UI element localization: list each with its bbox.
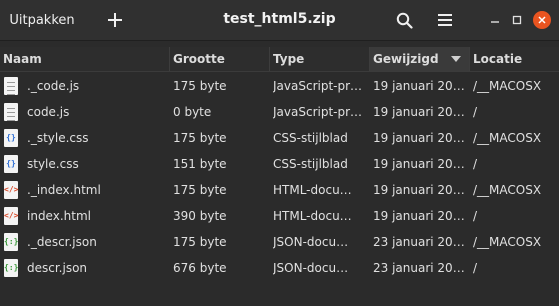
file-type: HTML-docu…: [273, 209, 352, 223]
file-location: /: [473, 157, 478, 171]
file-name: code.js: [27, 105, 70, 119]
json-file-icon: {:}: [4, 233, 18, 251]
file-row[interactable]: </> ._index.html 175 byte HTML-docu… 19 …: [0, 177, 559, 203]
file-type: CSS-stijlblad: [273, 131, 348, 145]
column-header-name[interactable]: Naam: [0, 47, 169, 71]
file-type: JavaScript-pr…: [273, 105, 363, 119]
css-file-icon: {}: [4, 155, 18, 173]
column-header-type-label: Type: [273, 52, 305, 66]
search-button[interactable]: [389, 6, 419, 34]
close-button[interactable]: [533, 11, 551, 29]
file-modified: 19 januari 20…: [373, 79, 465, 93]
file-modified: 19 januari 20…: [373, 157, 465, 171]
column-header-modified-label: Gewijzigd: [373, 52, 439, 66]
text-file-icon: [4, 77, 18, 95]
file-type: CSS-stijlblad: [273, 157, 348, 171]
column-header-location-label: Locatie: [473, 52, 523, 66]
maximize-icon: [512, 15, 522, 25]
maximize-button[interactable]: [508, 11, 526, 29]
hamburger-menu-icon: [438, 14, 452, 26]
file-row[interactable]: {} ._style.css 175 byte CSS-stijlblad 19…: [0, 125, 559, 151]
file-name: ._style.css: [27, 131, 89, 145]
file-name: index.html: [27, 209, 91, 223]
extract-button[interactable]: Uitpakken: [8, 6, 76, 34]
file-location: /: [473, 105, 478, 119]
close-icon: [538, 16, 546, 24]
file-size: 175 byte: [173, 131, 227, 145]
file-modified: 23 januari 20…: [373, 235, 465, 249]
column-header-modified[interactable]: Gewijzigd: [369, 47, 469, 71]
column-header-size-label: Grootte: [173, 52, 225, 66]
column-header-size[interactable]: Grootte: [169, 47, 269, 71]
file-row[interactable]: {:} descr.json 676 byte JSON-docu… 23 ja…: [0, 255, 559, 281]
file-type: JSON-docu…: [273, 261, 349, 275]
file-row[interactable]: {:} ._descr.json 175 byte JSON-docu… 23 …: [0, 229, 559, 255]
file-name: ._descr.json: [27, 235, 97, 249]
file-size: 175 byte: [173, 235, 227, 249]
file-location: /__MACOSX: [473, 131, 542, 145]
file-modified: 19 januari 20…: [373, 209, 465, 223]
file-row[interactable]: ._code.js 175 byte JavaScript-pr… 19 jan…: [0, 73, 559, 99]
file-row[interactable]: </> index.html 390 byte HTML-docu… 19 ja…: [0, 203, 559, 229]
sort-descending-icon: [450, 56, 461, 62]
file-row[interactable]: code.js 0 byte JavaScript-pr… 19 januari…: [0, 99, 559, 125]
file-name: ._code.js: [27, 79, 80, 93]
header-bar: Uitpakken test_html5.zip: [0, 0, 559, 41]
json-file-icon: {:}: [4, 259, 18, 277]
extract-button-label: Uitpakken: [9, 12, 75, 28]
file-size: 175 byte: [173, 183, 227, 197]
column-header-name-label: Naam: [3, 52, 42, 66]
file-location: /: [473, 261, 478, 275]
file-name: ._index.html: [27, 183, 101, 197]
file-type: JavaScript-pr…: [273, 79, 363, 93]
minimize-button[interactable]: [486, 11, 504, 29]
minimize-icon: [491, 21, 499, 23]
file-modified: 19 januari 20…: [373, 183, 465, 197]
column-header-location[interactable]: Locatie: [469, 47, 559, 71]
html-file-icon: </>: [4, 181, 18, 199]
column-header-type[interactable]: Type: [269, 47, 369, 71]
file-location: /: [473, 209, 478, 223]
menu-button[interactable]: [430, 6, 460, 34]
html-file-icon: </>: [4, 207, 18, 225]
file-type: HTML-docu…: [273, 183, 352, 197]
file-size: 0 byte: [173, 105, 212, 119]
file-modified: 19 januari 20…: [373, 131, 465, 145]
file-size: 175 byte: [173, 79, 227, 93]
file-size: 151 byte: [173, 157, 227, 171]
add-button[interactable]: [100, 6, 130, 34]
file-location: /__MACOSX: [473, 183, 542, 197]
window-title: test_html5.zip: [223, 11, 336, 27]
css-file-icon: {}: [4, 129, 18, 147]
file-size: 390 byte: [173, 209, 227, 223]
column-header: Naam Grootte Type Gewijzigd Locatie: [0, 47, 559, 72]
file-name: descr.json: [27, 261, 88, 275]
plus-icon: [108, 13, 122, 27]
search-icon: [396, 12, 413, 29]
file-modified: 23 januari 20…: [373, 261, 465, 275]
file-row[interactable]: {} style.css 151 byte CSS-stijlblad 19 j…: [0, 151, 559, 177]
file-location: /__MACOSX: [473, 235, 542, 249]
file-modified: 19 januari 20…: [373, 105, 465, 119]
text-file-icon: [4, 103, 18, 121]
file-name: style.css: [27, 157, 79, 171]
file-location: /__MACOSX: [473, 79, 542, 93]
file-type: JSON-docu…: [273, 235, 349, 249]
file-size: 676 byte: [173, 261, 227, 275]
